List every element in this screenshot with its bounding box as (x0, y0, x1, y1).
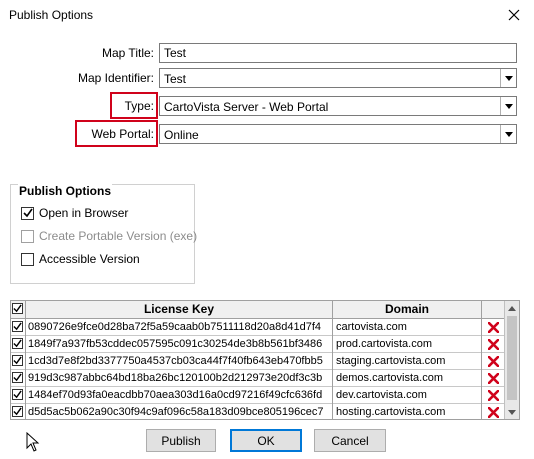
license-key-cell[interactable]: d5d5ac5b062a90c30f94c9af096c58a183d09bce… (26, 404, 333, 419)
open-in-browser-checkbox[interactable]: Open in Browser (21, 206, 128, 220)
cancel-button[interactable]: Cancel (314, 429, 386, 452)
web-portal-label: Web Portal: (91, 127, 154, 141)
row-select-cell[interactable] (11, 353, 26, 370)
row-select-cell[interactable] (11, 336, 26, 353)
map-identifier-value: Test (164, 72, 187, 86)
checkmark-icon (13, 339, 22, 348)
map-identifier-label: Map Identifier: (77, 71, 154, 85)
delete-row-button[interactable] (482, 404, 505, 419)
type-combo[interactable]: CartoVista Server - Web Portal (159, 96, 517, 116)
open-in-browser-label: Open in Browser (39, 206, 129, 220)
select-all-cell[interactable] (11, 301, 26, 319)
row-checkbox[interactable] (12, 406, 23, 417)
checkmark-icon (13, 390, 22, 399)
checkmark-icon (13, 304, 22, 313)
license-key-cell[interactable]: 0890726e9fce0d28ba72f5a59caab0b7511118d2… (26, 319, 333, 336)
table-row[interactable]: 1cd3d7e8f2bd3377750a4537cb03ca44f7f40fb6… (11, 353, 505, 370)
delete-row-button[interactable] (482, 319, 505, 336)
type-value: CartoVista Server - Web Portal (164, 100, 329, 114)
select-all-checkbox[interactable] (12, 303, 23, 314)
chevron-down-icon[interactable] (500, 97, 516, 115)
row-select-cell[interactable] (11, 404, 26, 419)
license-table: License Key Domain 0890726e9fce0d28ba72f… (10, 300, 520, 420)
license-key-cell[interactable]: 1849f7a937fb53cddec057595c091c30254de3b8… (26, 336, 333, 353)
row-checkbox[interactable] (12, 355, 23, 366)
checkbox-box[interactable] (21, 229, 34, 243)
row-select-cell[interactable] (11, 319, 26, 336)
domain-cell[interactable]: prod.cartovista.com (333, 336, 482, 353)
web-portal-value: Online (164, 128, 199, 142)
delete-icon (488, 356, 499, 367)
checkmark-icon (13, 407, 22, 416)
delete-row-button[interactable] (482, 353, 505, 370)
delete-row-button[interactable] (482, 370, 505, 387)
delete-icon (488, 407, 499, 418)
window-title: Publish Options (9, 8, 94, 22)
checkmark-icon (13, 373, 22, 382)
chevron-up-icon (508, 305, 516, 311)
header-license-key[interactable]: License Key (26, 301, 333, 319)
table-row[interactable]: 919d3c987abbc64bd18ba26bc120100b2d212973… (11, 370, 505, 387)
delete-icon (488, 373, 499, 384)
table-row[interactable]: 0890726e9fce0d28ba72f5a59caab0b7511118d2… (11, 319, 505, 336)
domain-cell[interactable]: cartovista.com (333, 319, 482, 336)
license-key-cell[interactable]: 919d3c987abbc64bd18ba26bc120100b2d212973… (26, 370, 333, 387)
delete-icon (488, 322, 499, 333)
title-bar: Publish Options (0, 0, 534, 31)
license-key-cell[interactable]: 1484ef70d93fa0eacdbb70aea303d16a0cd97216… (26, 387, 333, 404)
ok-button[interactable]: OK (230, 429, 302, 452)
table-row[interactable]: d5d5ac5b062a90c30f94c9af096c58a183d09bce… (11, 404, 505, 419)
map-title-label: Map Title: (101, 46, 154, 60)
delete-icon (488, 390, 499, 401)
mouse-cursor-icon (26, 432, 40, 452)
delete-row-button[interactable] (482, 387, 505, 404)
header-delete (482, 301, 505, 319)
row-checkbox[interactable] (12, 338, 23, 349)
map-identifier-combo[interactable]: Test (159, 68, 517, 88)
map-title-input[interactable]: Test (159, 43, 517, 63)
delete-icon (488, 339, 499, 350)
close-icon (508, 9, 520, 21)
chevron-down-icon (508, 409, 516, 415)
checkmark-icon (22, 208, 33, 218)
checkbox-box[interactable] (21, 252, 34, 266)
accessible-version-checkbox[interactable]: Accessible Version (21, 252, 140, 266)
scroll-thumb[interactable] (507, 316, 517, 400)
chevron-down-icon[interactable] (500, 69, 516, 87)
chevron-down-icon[interactable] (500, 125, 516, 143)
domain-cell[interactable]: dev.cartovista.com (333, 387, 482, 404)
publish-button[interactable]: Publish (146, 429, 216, 452)
close-button[interactable] (502, 4, 526, 26)
table-row[interactable]: 1849f7a937fb53cddec057595c091c30254de3b8… (11, 336, 505, 353)
row-checkbox[interactable] (12, 389, 23, 400)
accessible-version-label: Accessible Version (39, 252, 140, 266)
checkmark-icon (13, 322, 22, 331)
checkbox-box[interactable] (21, 206, 34, 220)
table-scrollbar[interactable] (504, 301, 519, 419)
publish-options-title: Publish Options (18, 184, 112, 198)
license-key-cell[interactable]: 1cd3d7e8f2bd3377750a4537cb03ca44f7f40fb6… (26, 353, 333, 370)
row-select-cell[interactable] (11, 370, 26, 387)
delete-row-button[interactable] (482, 336, 505, 353)
domain-cell[interactable]: hosting.cartovista.com (333, 404, 482, 419)
table-header: License Key Domain (11, 301, 505, 319)
table-row[interactable]: 1484ef70d93fa0eacdbb70aea303d16a0cd97216… (11, 387, 505, 404)
scroll-up-button[interactable] (505, 301, 519, 315)
row-checkbox[interactable] (12, 321, 23, 332)
portable-version-checkbox[interactable]: Create Portable Version (exe) (21, 229, 197, 243)
row-checkbox[interactable] (12, 372, 23, 383)
portable-version-label: Create Portable Version (exe) (39, 229, 198, 243)
header-domain[interactable]: Domain (333, 301, 482, 319)
web-portal-combo[interactable]: Online (159, 124, 517, 144)
row-select-cell[interactable] (11, 387, 26, 404)
domain-cell[interactable]: staging.cartovista.com (333, 353, 482, 370)
type-label: Type: (124, 99, 154, 113)
domain-cell[interactable]: demos.cartovista.com (333, 370, 482, 387)
scroll-down-button[interactable] (505, 405, 519, 419)
checkmark-icon (13, 356, 22, 365)
